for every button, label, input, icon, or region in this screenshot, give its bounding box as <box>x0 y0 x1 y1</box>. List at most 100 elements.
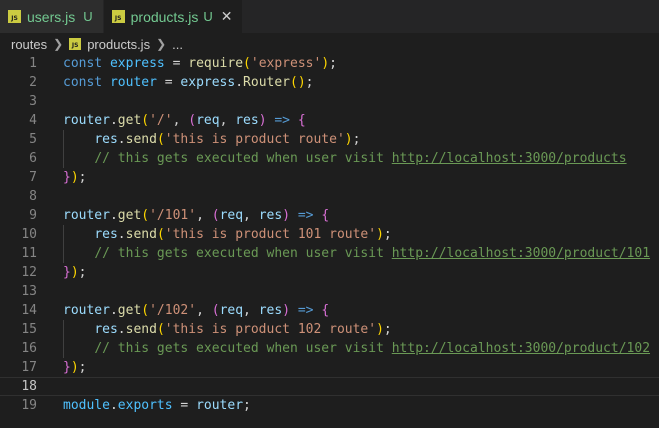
code-editor[interactable]: 1 const express = require('express'); 2 con… <box>0 54 659 415</box>
line-number: 12 <box>21 265 37 280</box>
code-line[interactable]: 1 const express = require('express'); <box>0 54 659 73</box>
code-line[interactable]: 12}); <box>0 263 659 282</box>
code-token: express <box>109 56 165 71</box>
breadcrumb: routes ❯ JS products.js ❯ ... <box>0 33 659 55</box>
code-token: res <box>94 227 118 242</box>
line-number: 18 <box>21 379 37 394</box>
line-number: 16 <box>21 341 37 356</box>
tab-users-js[interactable]: JS users.js U <box>0 0 104 33</box>
code-line[interactable]: 4 router.get('/', (req, res) => { <box>0 111 659 130</box>
code-token: ; <box>383 322 392 337</box>
code-token: '/101' <box>149 208 197 223</box>
code-line[interactable]: 8 <box>0 187 659 206</box>
code-token: ( <box>156 227 165 242</box>
code-token: , <box>219 113 236 128</box>
code-token: const <box>63 56 110 71</box>
code-token: ) <box>70 170 79 185</box>
code-line[interactable]: 2 const router = express.Router(); <box>0 73 659 92</box>
code-token: ; <box>243 398 251 413</box>
chevron-right-icon: ❯ <box>53 37 64 51</box>
close-icon[interactable]: ✕ <box>221 10 233 24</box>
code-token: get <box>117 208 142 223</box>
code-token: { <box>321 208 330 223</box>
tab-products-js[interactable]: JS products.js U ✕ <box>103 0 244 33</box>
code-line[interactable]: 5 res.send('this is product route'); <box>0 130 659 149</box>
code-token: . <box>109 303 118 318</box>
code-line[interactable]: 14 router.get('/102', (req, res) => { <box>0 301 659 320</box>
code-token: ( <box>141 303 150 318</box>
code-token: 'this is product 102 route' <box>164 322 377 337</box>
code-line[interactable]: 19 module.exports = router; <box>0 396 659 415</box>
code-line[interactable]: 16 // this gets executed when user visit… <box>0 339 659 358</box>
untracked-status-badge: U <box>83 9 93 24</box>
code-token: , <box>243 303 259 318</box>
code-token: ( <box>156 322 165 337</box>
code-link[interactable]: http://localhost:3000/product/101 <box>392 246 650 261</box>
code-link[interactable]: http://localhost:3000/product/102 <box>392 341 650 356</box>
code-token: ; <box>383 227 392 242</box>
code-token: ; <box>78 360 87 375</box>
code-token: ( <box>211 303 220 318</box>
code-token: , <box>243 208 259 223</box>
code-token: req <box>219 303 244 318</box>
code-token: 'this is product route' <box>164 132 345 147</box>
code-token: // this gets executed when user visit <box>94 151 392 166</box>
code-line[interactable]: 18 <box>0 377 659 396</box>
code-token: send <box>125 132 157 147</box>
line-number: 2 <box>29 75 37 90</box>
code-token: '/' <box>149 113 173 128</box>
code-line[interactable]: 7}); <box>0 168 659 187</box>
line-number: 9 <box>29 208 37 223</box>
code-token: ) <box>376 322 384 337</box>
breadcrumb-file[interactable]: products.js <box>87 37 150 52</box>
code-text: }); <box>63 168 86 187</box>
code-token: ( <box>211 208 220 223</box>
code-line[interactable]: 13 <box>0 282 659 301</box>
code-token: router <box>63 208 110 223</box>
untracked-status-badge: U <box>203 9 213 24</box>
code-token: 'express' <box>250 56 322 71</box>
code-token: ( <box>188 113 197 128</box>
line-number: 10 <box>21 227 37 242</box>
code-token: { <box>321 303 330 318</box>
code-token: } <box>63 265 71 280</box>
code-token: . <box>109 208 118 223</box>
code-token: => <box>274 113 291 128</box>
code-token: , <box>172 113 189 128</box>
line-number: 19 <box>21 398 37 413</box>
code-token: = <box>164 56 189 71</box>
line-number: 5 <box>29 132 37 147</box>
code-token: const <box>63 75 110 90</box>
code-line[interactable]: 6 // this gets executed when user visit … <box>0 149 659 168</box>
code-token: res <box>94 132 118 147</box>
line-number: 3 <box>29 94 37 109</box>
breadcrumb-folder[interactable]: routes <box>11 37 47 52</box>
code-line[interactable]: 17}); <box>0 358 659 377</box>
code-line[interactable]: 10 res.send('this is product 101 route')… <box>0 225 659 244</box>
code-token: . <box>109 113 118 128</box>
code-token: ( <box>156 132 165 147</box>
code-line[interactable]: 9 router.get('/101', (req, res) => { <box>0 206 659 225</box>
code-token: send <box>125 227 157 242</box>
code-token: ; <box>78 265 87 280</box>
code-token: req <box>219 208 244 223</box>
code-line[interactable]: 11 // this gets executed when user visit… <box>0 244 659 263</box>
code-token: . <box>117 322 126 337</box>
code-token: router <box>196 398 244 413</box>
line-number: 15 <box>21 322 37 337</box>
code-link[interactable]: http://localhost:3000/products <box>392 151 627 166</box>
breadcrumb-symbol[interactable]: ... <box>172 37 183 52</box>
code-token: ) <box>321 56 330 71</box>
code-token: () <box>290 75 306 90</box>
code-line[interactable]: 15 res.send('this is product 102 route')… <box>0 320 659 339</box>
line-number: 6 <box>29 151 37 166</box>
code-token: // this gets executed when user visit <box>94 341 392 356</box>
code-line[interactable]: 3 <box>0 92 659 111</box>
code-text: // this gets executed when user visit ht… <box>63 339 650 358</box>
code-token: . <box>117 227 126 242</box>
